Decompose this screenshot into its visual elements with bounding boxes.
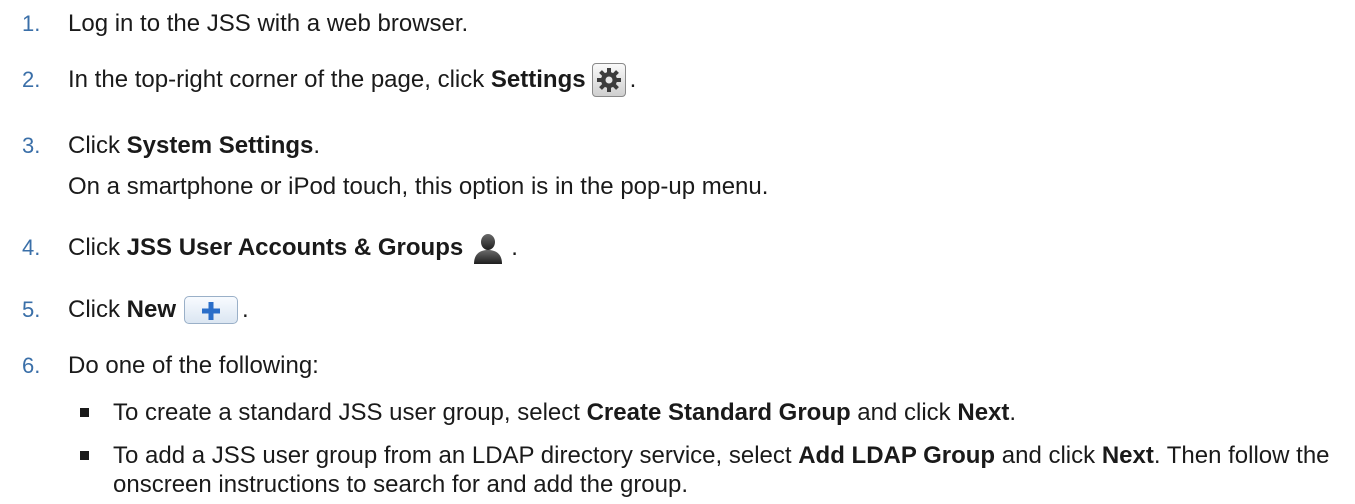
new-label: New [126,296,177,323]
user-icon [471,231,505,265]
step-number: 4. [22,235,41,260]
step-text-post: . [511,234,518,261]
option-text: To add a JSS user group from an LDAP dir… [113,441,1333,499]
bullet-icon [80,408,89,417]
step-text-pre: Click [68,296,127,323]
step-1: 1. Log in to the JSS with a web browser. [0,4,1355,44]
step-number: 1. [22,11,41,36]
step-2: 2. In the top-right corner of the page, … [0,60,1355,100]
step-text: Click New . [68,296,249,324]
step-number: 2. [22,67,41,92]
step-text: In the top-right corner of the page, cli… [68,63,636,97]
option-text: To create a standard JSS user group, sel… [113,398,1333,427]
option-text-pre: To add a JSS user group from an LDAP dir… [113,442,799,469]
plus-icon [184,296,239,324]
settings-label: Settings [490,66,586,93]
step-text-pre: Click [68,234,127,261]
step-text-post: . [629,66,637,93]
add-ldap-group-label: Add LDAP Group [798,442,996,469]
gear-icon [591,63,626,97]
step-number: 3. [22,133,41,158]
step-3-note: On a smartphone or iPod touch, this opti… [68,173,769,200]
step-text: Do one of the following: [68,352,319,379]
step-text-post: . [242,296,249,323]
instruction-document: 1. Log in to the JSS with a web browser.… [0,0,1355,504]
step-number: 6. [22,353,41,378]
step-text-pre: In the top-right corner of the page, cli… [68,66,491,93]
step-3: 3. Click System Settings . [0,126,1355,166]
option-text-post: . [1009,399,1017,426]
create-standard-group-label: Create Standard Group [586,399,851,426]
user-accounts-label: JSS User Accounts & Groups [126,234,464,261]
bullet-icon [80,451,89,460]
next-label: Next [1101,442,1154,469]
step-text: Log in to the JSS with a web browser. [68,10,469,37]
step-text: Click JSS User Accounts & Groups . [68,231,518,265]
option-text-pre: To create a standard JSS user group, sel… [113,399,587,426]
step-6: 6. Do one of the following: [0,346,1355,386]
option-text-mid: and click [850,399,958,426]
step-4: 4. Click JSS User Accounts & Groups . [0,228,1355,268]
next-label: Next [957,399,1010,426]
step-text-post: . [313,132,321,159]
step-text-pre: Click [68,132,127,159]
step-number: 5. [22,297,41,322]
step-text: Click System Settings . [68,132,320,160]
step-5: 5. Click New . [0,290,1355,330]
system-settings-label: System Settings [126,132,314,159]
option-text-mid: and click [995,442,1102,469]
